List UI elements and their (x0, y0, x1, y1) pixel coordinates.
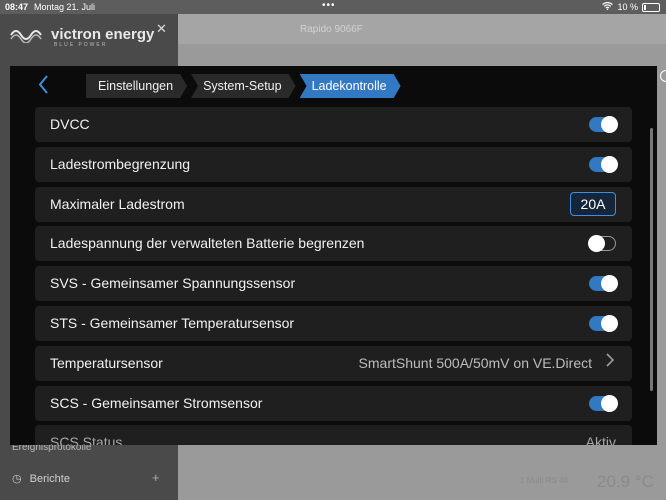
chevron-right-icon[interactable] (606, 352, 615, 373)
setting-temperature-sensor[interactable]: Temperatursensor SmartShunt 500A/50mV on… (35, 345, 632, 381)
setting-label: SCS Status (50, 434, 123, 445)
battery-percent: 10 % (617, 2, 638, 12)
victron-logo: victron energy BLUE POWER (10, 26, 155, 48)
setting-label: SCS - Gemeinsamer Stromsensor (50, 394, 263, 411)
sts-toggle[interactable] (589, 314, 618, 332)
svs-toggle[interactable] (589, 275, 618, 293)
setting-charge-current-limit[interactable]: Ladestrombegrenzung (35, 146, 632, 182)
battery-icon (642, 2, 660, 12)
setting-label: Ladespannung der verwalteten Batterie be… (50, 235, 365, 252)
scs-status-value: Aktiv (585, 434, 616, 445)
breadcrumb-charge-control: Ladekontrolle (300, 74, 401, 98)
setting-scs[interactable]: SCS - Gemeinsamer Stromsensor (35, 385, 632, 421)
settings-panel: Einstellungen System-Setup Ladekontrolle… (10, 66, 657, 445)
brand-name: victron energy (51, 26, 155, 43)
charge-current-limit-toggle[interactable] (589, 155, 618, 173)
temperature-sensor-value: SmartShunt 500A/50mV on VE.Direct (358, 354, 592, 371)
background-title: Rapido 9066F (300, 24, 363, 35)
dvcc-toggle[interactable] (589, 116, 618, 133)
setting-label: SVS - Gemeinsamer Spannungssensor (50, 275, 296, 292)
scs-toggle[interactable] (589, 394, 618, 412)
setting-dvcc[interactable]: DVCC (35, 107, 632, 142)
menu-item-reports: ◷ Berichte (12, 472, 70, 486)
setting-limit-managed-battery-voltage[interactable]: Ladespannung der verwalteten Batterie be… (35, 226, 632, 262)
scrollbar[interactable] (650, 128, 653, 391)
setting-max-charge-current[interactable]: Maximaler Ladestrom 20A (35, 186, 632, 222)
back-chevron-icon[interactable] (38, 75, 49, 100)
background-topbar (178, 14, 666, 44)
multitask-dots-icon[interactable]: ••• (322, 0, 336, 11)
background-device-label: 1 Multi RS 48 (520, 476, 569, 485)
setting-label: Maximaler Ladestrom (50, 195, 185, 212)
setting-svs[interactable]: SVS - Gemeinsamer Spannungssensor (35, 266, 632, 302)
close-icon[interactable]: ✕ (156, 21, 167, 37)
plus-icon: + (152, 470, 160, 485)
breadcrumb-system-setup[interactable]: System-Setup (191, 74, 296, 98)
background-temperature: 20.9 °C (597, 472, 654, 491)
breadcrumb-settings[interactable]: Einstellungen (86, 74, 187, 98)
limit-battery-voltage-toggle[interactable] (588, 235, 616, 253)
status-time: 08:47 (5, 2, 29, 12)
setting-label: STS - Gemeinsamer Temperatursensor (50, 314, 295, 331)
setting-scs-status: SCS Status Aktiv (35, 425, 632, 445)
setting-sts[interactable]: STS - Gemeinsamer Temperatursensor (35, 305, 632, 341)
menu-item-reports-label: Berichte (29, 472, 70, 485)
setting-label: DVCC (50, 116, 90, 132)
clock-icon: ◷ (12, 473, 22, 485)
brand-subtitle: BLUE POWER (54, 42, 108, 48)
setting-label: Ladestrombegrenzung (50, 155, 191, 172)
status-right: 10 % (602, 1, 660, 12)
status-bar: 08:47 Montag 21. Juli ••• 10 % (0, 0, 666, 14)
wifi-icon (602, 1, 614, 12)
max-charge-current-field[interactable]: 20A (570, 191, 616, 216)
setting-label: Temperatursensor (50, 354, 163, 371)
breadcrumb: Einstellungen System-Setup Ladekontrolle (86, 74, 405, 98)
settings-list: DVCC Ladestrombegrenzung Maximaler Lades… (35, 107, 632, 445)
side-circle-icon (660, 70, 666, 82)
victron-wave-icon (10, 29, 42, 43)
status-date: Montag 21. Juli (34, 2, 96, 12)
